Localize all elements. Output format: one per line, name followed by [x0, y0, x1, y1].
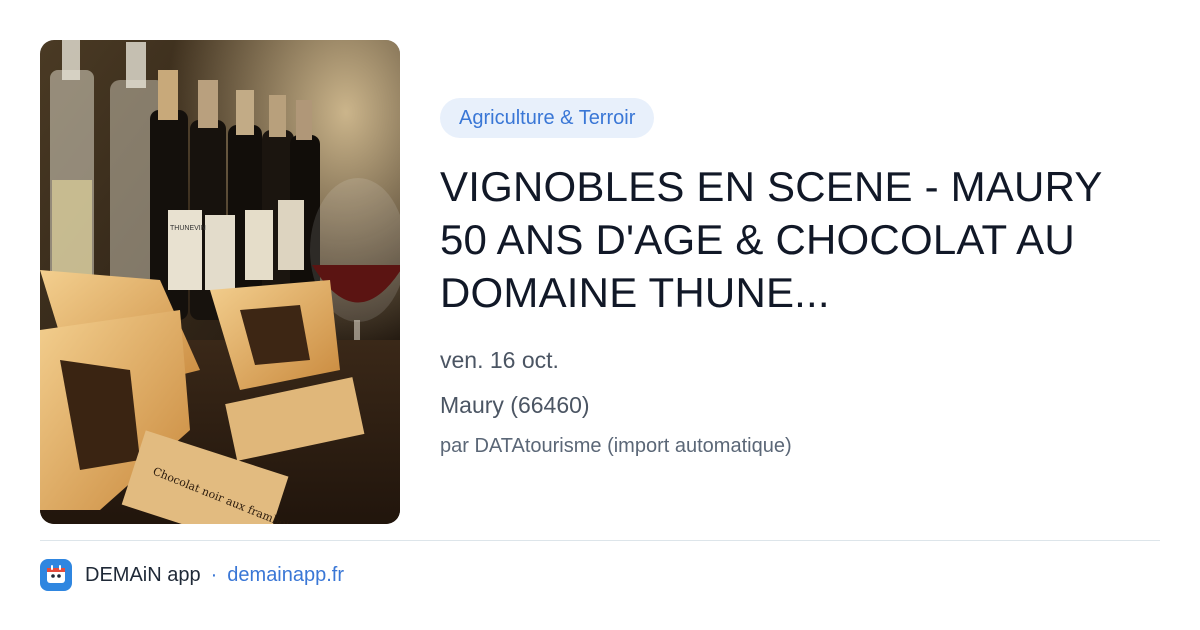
app-name: DEMAiN app	[85, 563, 201, 586]
event-title[interactable]: VIGNOBLES EN SCENE - MAURY 50 ANS D'AGE …	[440, 160, 1160, 319]
svg-text:THUNEVIN: THUNEVIN	[170, 225, 206, 232]
footer-separator: ·	[210, 563, 218, 586]
event-source: par DATAtourisme (import automatique)	[440, 435, 792, 457]
app-logo-icon[interactable]	[40, 559, 72, 591]
event-date: ven. 16 oct.	[440, 347, 559, 373]
event-details: Agriculture & Terroir VIGNOBLES EN SCENE…	[440, 98, 1160, 458]
footer-divider	[40, 540, 1160, 541]
event-location: Maury (66460)	[440, 392, 590, 418]
category-badge[interactable]: Agriculture & Terroir	[440, 98, 655, 138]
event-image[interactable]: THUNEVIN Chocolat noir aux framboises	[40, 40, 400, 524]
footer: DEMAiN app · demainapp.fr	[40, 558, 344, 592]
site-link[interactable]: demainapp.fr	[227, 564, 344, 587]
